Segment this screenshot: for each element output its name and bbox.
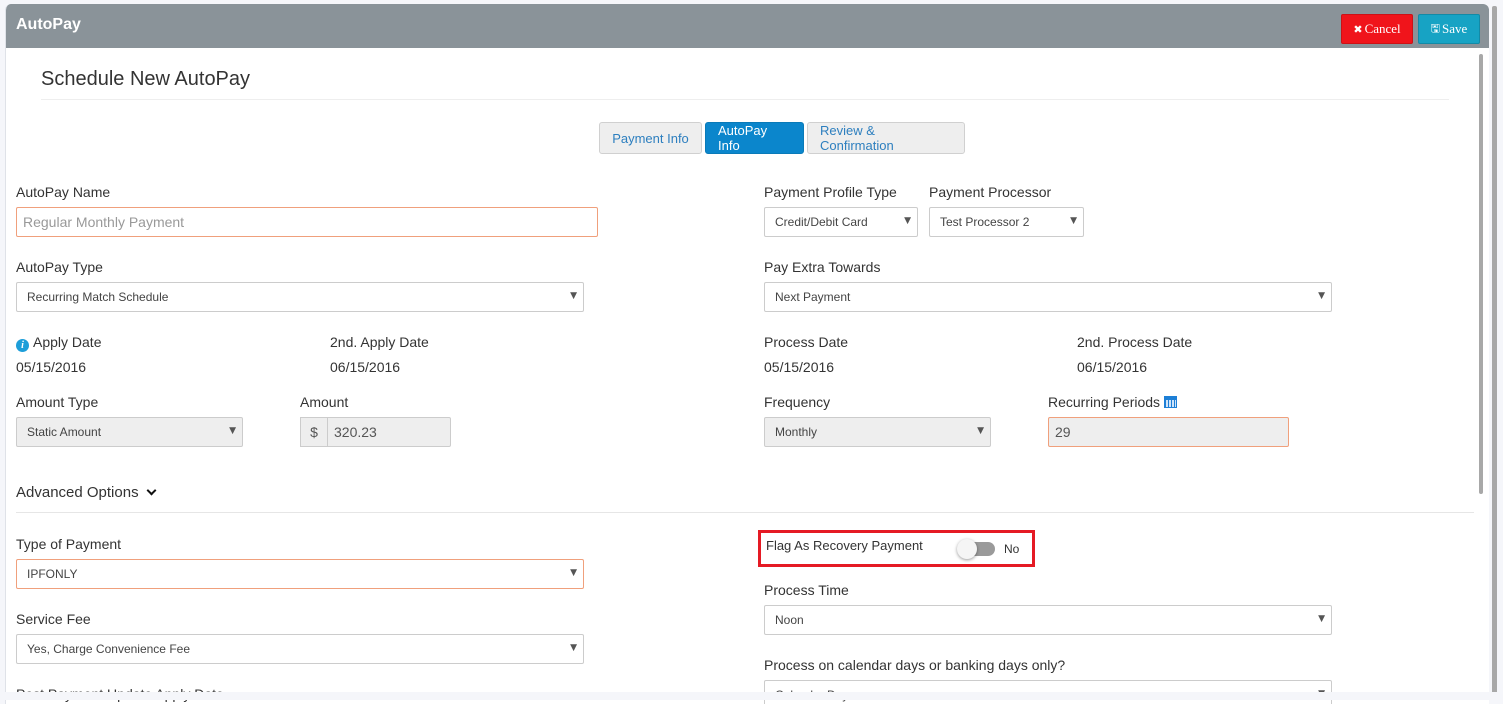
recurring-periods-value: 29 (1055, 424, 1071, 440)
process-days-label: Process on calendar days or banking days… (764, 657, 1066, 673)
caret-down-icon: ▼ (977, 426, 984, 436)
panel-title: AutoPay (16, 16, 81, 33)
cancel-label: Cancel (1364, 21, 1401, 36)
save-label: Save (1442, 21, 1468, 36)
payment-processor-label: Payment Processor (929, 184, 1052, 200)
save-button[interactable]: 🖫 Save (1418, 14, 1480, 44)
autopay-type-label: AutoPay Type (16, 259, 103, 275)
pay-extra-towards-value: Next Payment (775, 290, 851, 304)
process-time-value: Noon (775, 613, 804, 627)
recurring-periods-label-text: Recurring Periods (1048, 394, 1161, 410)
type-of-payment-value: IPFONLY (27, 567, 78, 581)
process-date-label: Process Date (764, 334, 849, 350)
amount-value: 320.23 (334, 424, 377, 440)
second-apply-date-label: 2nd. Apply Date (330, 334, 429, 350)
process-time-label: Process Time (764, 582, 849, 598)
payment-processor-select[interactable]: Test Processor 2 ▼ (929, 207, 1084, 237)
service-fee-value: Yes, Charge Convenience Fee (27, 642, 190, 656)
pay-extra-towards-label: Pay Extra Towards (764, 259, 881, 275)
service-fee-select[interactable]: Yes, Charge Convenience Fee ▼ (16, 634, 584, 664)
advanced-options-toggle[interactable]: Advanced Options (16, 484, 157, 501)
panel-header: AutoPay ✖ Cancel 🖫 Save (6, 4, 1489, 48)
service-fee-label: Service Fee (16, 611, 91, 627)
advanced-options-label: Advanced Options (16, 484, 139, 501)
tab-payment-info[interactable]: Payment Info (599, 122, 702, 154)
flag-recovery-label: Flag As Recovery Payment (766, 538, 923, 553)
autopay-type-value: Recurring Match Schedule (27, 290, 169, 304)
info-icon[interactable]: i (16, 339, 29, 352)
cancel-button[interactable]: ✖ Cancel (1341, 14, 1413, 44)
caret-down-icon: ▼ (1318, 291, 1325, 301)
autopay-name-input[interactable]: Regular Monthly Payment (16, 207, 598, 237)
page-title: Schedule New AutoPay (41, 68, 251, 90)
pay-extra-towards-select[interactable]: Next Payment ▼ (764, 282, 1332, 312)
caret-down-icon: ▼ (570, 291, 577, 301)
floppy-disk-icon: 🖫 (1430, 21, 1441, 35)
chevron-down-icon (146, 485, 157, 495)
autopay-name-placeholder: Regular Monthly Payment (23, 214, 185, 230)
frequency-select[interactable]: Monthly ▼ (764, 417, 991, 447)
payment-profile-type-value: Credit/Debit Card (775, 215, 868, 229)
amount-type-label: Amount Type (16, 394, 99, 410)
advanced-divider (16, 512, 1474, 513)
tab-autopay-info[interactable]: AutoPay Info (705, 122, 804, 154)
inner-scrollbar[interactable] (1479, 54, 1483, 494)
toggle-knob (957, 539, 977, 559)
payment-processor-value: Test Processor 2 (940, 215, 1030, 229)
apply-date-label-text: Apply Date (33, 334, 102, 350)
amount-type-select[interactable]: Static Amount ▼ (16, 417, 243, 447)
caret-down-icon: ▼ (570, 643, 577, 653)
frequency-value: Monthly (775, 425, 818, 439)
tab-review-confirmation[interactable]: Review & Confirmation (807, 122, 965, 154)
second-apply-date-value: 06/15/2016 (330, 359, 401, 375)
autopay-name-label: AutoPay Name (16, 184, 111, 200)
caret-down-icon: ▼ (904, 216, 911, 226)
title-divider (41, 99, 1449, 100)
type-of-payment-label: Type of Payment (16, 536, 122, 552)
caret-down-icon: ▼ (1318, 614, 1325, 624)
process-time-select[interactable]: Noon ▼ (764, 605, 1332, 635)
flag-recovery-toggle[interactable] (957, 539, 995, 559)
amount-type-value: Static Amount (27, 425, 102, 439)
page-scrollbar[interactable] (1492, 6, 1497, 696)
type-of-payment-select[interactable]: IPFONLY ▼ (16, 559, 584, 589)
caret-down-icon: ▼ (570, 568, 577, 578)
amount-label: Amount (300, 394, 349, 410)
caret-down-icon: ▼ (1070, 216, 1077, 226)
second-process-date-value: 06/15/2016 (1077, 359, 1148, 375)
second-process-date-label: 2nd. Process Date (1077, 334, 1193, 350)
autopay-type-select[interactable]: Recurring Match Schedule ▼ (16, 282, 584, 312)
payment-profile-type-select[interactable]: Credit/Debit Card ▼ (764, 207, 918, 237)
calendar-icon[interactable] (1164, 396, 1178, 408)
flag-recovery-state: No (1004, 542, 1020, 556)
payment-profile-type-label: Payment Profile Type (764, 184, 897, 200)
apply-date-value: 05/15/2016 (16, 359, 87, 375)
caret-down-icon: ▼ (229, 426, 236, 436)
process-date-value: 05/15/2016 (764, 359, 835, 375)
wizard-tabs: Payment Info AutoPay Info Review & Confi… (599, 122, 965, 154)
recurring-periods-label: Recurring Periods (1048, 394, 1178, 410)
frequency-label: Frequency (764, 394, 831, 410)
viewport-bottom (0, 692, 1503, 700)
apply-date-label: i Apply Date (16, 334, 101, 352)
recurring-periods-input[interactable]: 29 (1048, 417, 1289, 447)
close-icon: ✖ (1353, 22, 1363, 36)
flag-recovery-highlight: Flag As Recovery Payment No (758, 530, 1035, 567)
autopay-panel: AutoPay ✖ Cancel 🖫 Save Schedule New Aut… (5, 4, 1489, 704)
amount-input[interactable]: 320.23 (327, 417, 451, 447)
currency-addon: $ (300, 417, 328, 447)
